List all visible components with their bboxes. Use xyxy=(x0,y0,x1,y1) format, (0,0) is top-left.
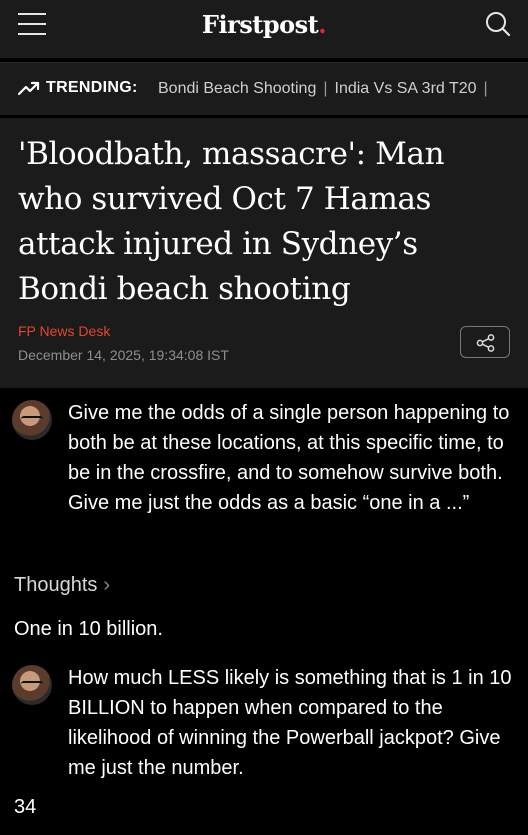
user-message: How much LESS likely is something that i… xyxy=(68,667,512,779)
logo-dot: . xyxy=(318,10,327,39)
logo-text: Firstpost xyxy=(201,10,319,39)
site-logo[interactable]: Firstpost. xyxy=(0,10,528,39)
trending-link-bondi[interactable]: Bondi Beach Shooting xyxy=(158,80,316,97)
share-button[interactable] xyxy=(460,326,510,358)
trending-separator: | xyxy=(483,80,488,97)
top-bar: Firstpost. xyxy=(0,0,528,58)
thoughts-toggle[interactable]: Thoughts › xyxy=(14,574,110,597)
trending-items: Bondi Beach Shooting | India Vs SA 3rd T20… xyxy=(158,80,495,98)
assistant-response: 34 xyxy=(14,796,37,818)
user-avatar xyxy=(12,400,52,440)
article-header: 'Bloodbath, massacre': Man who survived … xyxy=(0,118,528,388)
trending-label: TRENDING: xyxy=(46,79,138,96)
trending-bar: TRENDING: Bondi Beach Shooting | India Vs … xyxy=(0,62,528,115)
user-avatar xyxy=(12,665,52,705)
user-message: Give me the odds of a single person happ… xyxy=(68,402,510,514)
trending-icon xyxy=(17,80,40,96)
search-icon[interactable] xyxy=(484,10,512,38)
article-date: December 14, 2025, 19:34:08 IST xyxy=(18,347,229,363)
assistant-response: One in 10 billion. xyxy=(14,618,163,640)
chevron-right-icon: › xyxy=(103,574,111,596)
article-headline: 'Bloodbath, massacre': Man who survived … xyxy=(18,136,445,307)
trending-separator: | xyxy=(323,80,328,97)
article-author[interactable]: FP News Desk xyxy=(18,323,110,339)
trending-link-india-sa[interactable]: India Vs SA 3rd T20 xyxy=(335,80,477,97)
thoughts-label: Thoughts xyxy=(14,574,98,596)
share-icon xyxy=(476,334,495,352)
